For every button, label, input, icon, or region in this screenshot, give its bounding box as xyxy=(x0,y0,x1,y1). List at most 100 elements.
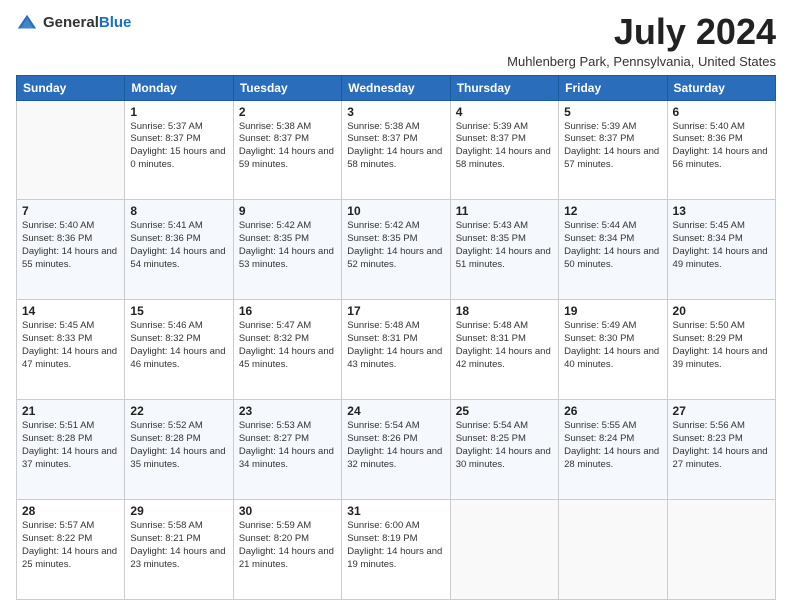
calendar-table: Sunday Monday Tuesday Wednesday Thursday… xyxy=(16,75,776,600)
day-detail: Sunrise: 5:42 AMSunset: 8:35 PMDaylight:… xyxy=(239,220,336,271)
day-detail: Sunrise: 5:53 AMSunset: 8:27 PMDaylight:… xyxy=(239,420,336,471)
day-detail: Sunrise: 5:38 AMSunset: 8:37 PMDaylight:… xyxy=(239,121,336,172)
calendar-cell: 4 Sunrise: 5:39 AMSunset: 8:37 PMDaylight… xyxy=(450,100,558,200)
calendar-cell: 28 Sunrise: 5:57 AMSunset: 8:22 PMDayligh… xyxy=(17,500,125,600)
calendar-cell: 12 Sunrise: 5:44 AMSunset: 8:34 PMDayligh… xyxy=(559,200,667,300)
day-number: 10 xyxy=(347,204,444,218)
calendar-cell: 31Sunrise: 6:00 AMSunset: 8:19 PMDayligh… xyxy=(342,500,450,600)
day-detail: Sunrise: 5:39 AMSunset: 8:37 PMDaylight:… xyxy=(456,121,553,172)
day-number: 15 xyxy=(130,304,227,318)
col-thursday: Thursday xyxy=(450,75,558,100)
day-number: 29 xyxy=(130,504,227,518)
calendar-cell: 30 Sunrise: 5:59 AMSunset: 8:20 PMDayligh… xyxy=(233,500,341,600)
day-number: 16 xyxy=(239,304,336,318)
day-detail: Sunrise: 5:50 AMSunset: 8:29 PMDaylight:… xyxy=(673,320,770,371)
calendar-cell: 10 Sunrise: 5:42 AMSunset: 8:35 PMDayligh… xyxy=(342,200,450,300)
day-detail: Sunrise: 6:00 AMSunset: 8:19 PMDaylight:… xyxy=(347,520,444,571)
calendar-cell: 19 Sunrise: 5:49 AMSunset: 8:30 PMDayligh… xyxy=(559,300,667,400)
header: GeneralBlue July 2024 Muhlenberg Park, P… xyxy=(16,12,776,69)
day-number: 28 xyxy=(22,504,119,518)
title-block: July 2024 Muhlenberg Park, Pennsylvania,… xyxy=(507,12,776,69)
day-detail: Sunrise: 5:47 AMSunset: 8:32 PMDaylight:… xyxy=(239,320,336,371)
day-number: 11 xyxy=(456,204,553,218)
day-detail: Sunrise: 5:43 AMSunset: 8:35 PMDaylight:… xyxy=(456,220,553,271)
calendar-cell: 18Sunrise: 5:48 AMSunset: 8:31 PMDayligh… xyxy=(450,300,558,400)
day-number: 22 xyxy=(130,404,227,418)
col-tuesday: Tuesday xyxy=(233,75,341,100)
day-detail: Sunrise: 5:54 AMSunset: 8:25 PMDaylight:… xyxy=(456,420,553,471)
day-detail: Sunrise: 5:49 AMSunset: 8:30 PMDaylight:… xyxy=(564,320,661,371)
day-number: 5 xyxy=(564,105,661,119)
calendar-cell xyxy=(559,500,667,600)
calendar-cell xyxy=(450,500,558,600)
title-location: Muhlenberg Park, Pennsylvania, United St… xyxy=(507,54,776,69)
logo-icon xyxy=(16,12,38,34)
day-detail: Sunrise: 5:46 AMSunset: 8:32 PMDaylight:… xyxy=(130,320,227,371)
day-number: 12 xyxy=(564,204,661,218)
day-number: 19 xyxy=(564,304,661,318)
calendar-cell xyxy=(667,500,775,600)
day-number: 25 xyxy=(456,404,553,418)
calendar-cell: 25 Sunrise: 5:54 AMSunset: 8:25 PMDayligh… xyxy=(450,400,558,500)
day-detail: Sunrise: 5:51 AMSunset: 8:28 PMDaylight:… xyxy=(22,420,119,471)
calendar-cell: 20 Sunrise: 5:50 AMSunset: 8:29 PMDayligh… xyxy=(667,300,775,400)
logo: GeneralBlue xyxy=(16,12,131,34)
day-detail: Sunrise: 5:41 AMSunset: 8:36 PMDaylight:… xyxy=(130,220,227,271)
header-row: Sunday Monday Tuesday Wednesday Thursday… xyxy=(17,75,776,100)
day-number: 1 xyxy=(130,105,227,119)
day-number: 26 xyxy=(564,404,661,418)
week-row-0: 1Sunrise: 5:37 AMSunset: 8:37 PMDaylight… xyxy=(17,100,776,200)
calendar-cell: 2 Sunrise: 5:38 AMSunset: 8:37 PMDaylight… xyxy=(233,100,341,200)
day-detail: Sunrise: 5:52 AMSunset: 8:28 PMDaylight:… xyxy=(130,420,227,471)
day-number: 8 xyxy=(130,204,227,218)
day-detail: Sunrise: 5:45 AMSunset: 8:34 PMDaylight:… xyxy=(673,220,770,271)
calendar-cell xyxy=(17,100,125,200)
col-monday: Monday xyxy=(125,75,233,100)
day-detail: Sunrise: 5:54 AMSunset: 8:26 PMDaylight:… xyxy=(347,420,444,471)
calendar-cell: 16 Sunrise: 5:47 AMSunset: 8:32 PMDayligh… xyxy=(233,300,341,400)
day-number: 2 xyxy=(239,105,336,119)
calendar-cell: 6Sunrise: 5:40 AMSunset: 8:36 PMDaylight… xyxy=(667,100,775,200)
day-detail: Sunrise: 5:48 AMSunset: 8:31 PMDaylight:… xyxy=(456,320,553,371)
day-number: 30 xyxy=(239,504,336,518)
calendar-cell: 5Sunrise: 5:39 AMSunset: 8:37 PMDaylight… xyxy=(559,100,667,200)
day-detail: Sunrise: 5:56 AMSunset: 8:23 PMDaylight:… xyxy=(673,420,770,471)
day-detail: Sunrise: 5:42 AMSunset: 8:35 PMDaylight:… xyxy=(347,220,444,271)
title-month: July 2024 xyxy=(507,12,776,52)
day-detail: Sunrise: 5:44 AMSunset: 8:34 PMDaylight:… xyxy=(564,220,661,271)
day-number: 13 xyxy=(673,204,770,218)
calendar-cell: 7Sunrise: 5:40 AMSunset: 8:36 PMDaylight… xyxy=(17,200,125,300)
calendar-cell: 14Sunrise: 5:45 AMSunset: 8:33 PMDayligh… xyxy=(17,300,125,400)
col-wednesday: Wednesday xyxy=(342,75,450,100)
day-detail: Sunrise: 5:48 AMSunset: 8:31 PMDaylight:… xyxy=(347,320,444,371)
day-detail: Sunrise: 5:58 AMSunset: 8:21 PMDaylight:… xyxy=(130,520,227,571)
col-friday: Friday xyxy=(559,75,667,100)
day-detail: Sunrise: 5:55 AMSunset: 8:24 PMDaylight:… xyxy=(564,420,661,471)
calendar-cell: 13 Sunrise: 5:45 AMSunset: 8:34 PMDayligh… xyxy=(667,200,775,300)
calendar-cell: 26 Sunrise: 5:55 AMSunset: 8:24 PMDayligh… xyxy=(559,400,667,500)
calendar-cell: 3 Sunrise: 5:38 AMSunset: 8:37 PMDaylight… xyxy=(342,100,450,200)
page: GeneralBlue July 2024 Muhlenberg Park, P… xyxy=(0,0,792,612)
day-detail: Sunrise: 5:40 AMSunset: 8:36 PMDaylight:… xyxy=(673,121,770,172)
day-number: 3 xyxy=(347,105,444,119)
day-number: 21 xyxy=(22,404,119,418)
day-number: 14 xyxy=(22,304,119,318)
calendar-cell: 27Sunrise: 5:56 AMSunset: 8:23 PMDayligh… xyxy=(667,400,775,500)
week-row-2: 14Sunrise: 5:45 AMSunset: 8:33 PMDayligh… xyxy=(17,300,776,400)
day-number: 4 xyxy=(456,105,553,119)
day-detail: Sunrise: 5:38 AMSunset: 8:37 PMDaylight:… xyxy=(347,121,444,172)
calendar-cell: 11 Sunrise: 5:43 AMSunset: 8:35 PMDayligh… xyxy=(450,200,558,300)
day-number: 17 xyxy=(347,304,444,318)
calendar-cell: 23Sunrise: 5:53 AMSunset: 8:27 PMDayligh… xyxy=(233,400,341,500)
logo-general: GeneralBlue xyxy=(43,14,131,32)
day-number: 9 xyxy=(239,204,336,218)
day-detail: Sunrise: 5:59 AMSunset: 8:20 PMDaylight:… xyxy=(239,520,336,571)
day-number: 20 xyxy=(673,304,770,318)
calendar-cell: 15 Sunrise: 5:46 AMSunset: 8:32 PMDayligh… xyxy=(125,300,233,400)
day-detail: Sunrise: 5:57 AMSunset: 8:22 PMDaylight:… xyxy=(22,520,119,571)
day-number: 24 xyxy=(347,404,444,418)
calendar-cell: 9 Sunrise: 5:42 AMSunset: 8:35 PMDaylight… xyxy=(233,200,341,300)
logo-text-block: GeneralBlue xyxy=(43,14,131,32)
calendar-cell: 1Sunrise: 5:37 AMSunset: 8:37 PMDaylight… xyxy=(125,100,233,200)
calendar-cell: 21 Sunrise: 5:51 AMSunset: 8:28 PMDayligh… xyxy=(17,400,125,500)
